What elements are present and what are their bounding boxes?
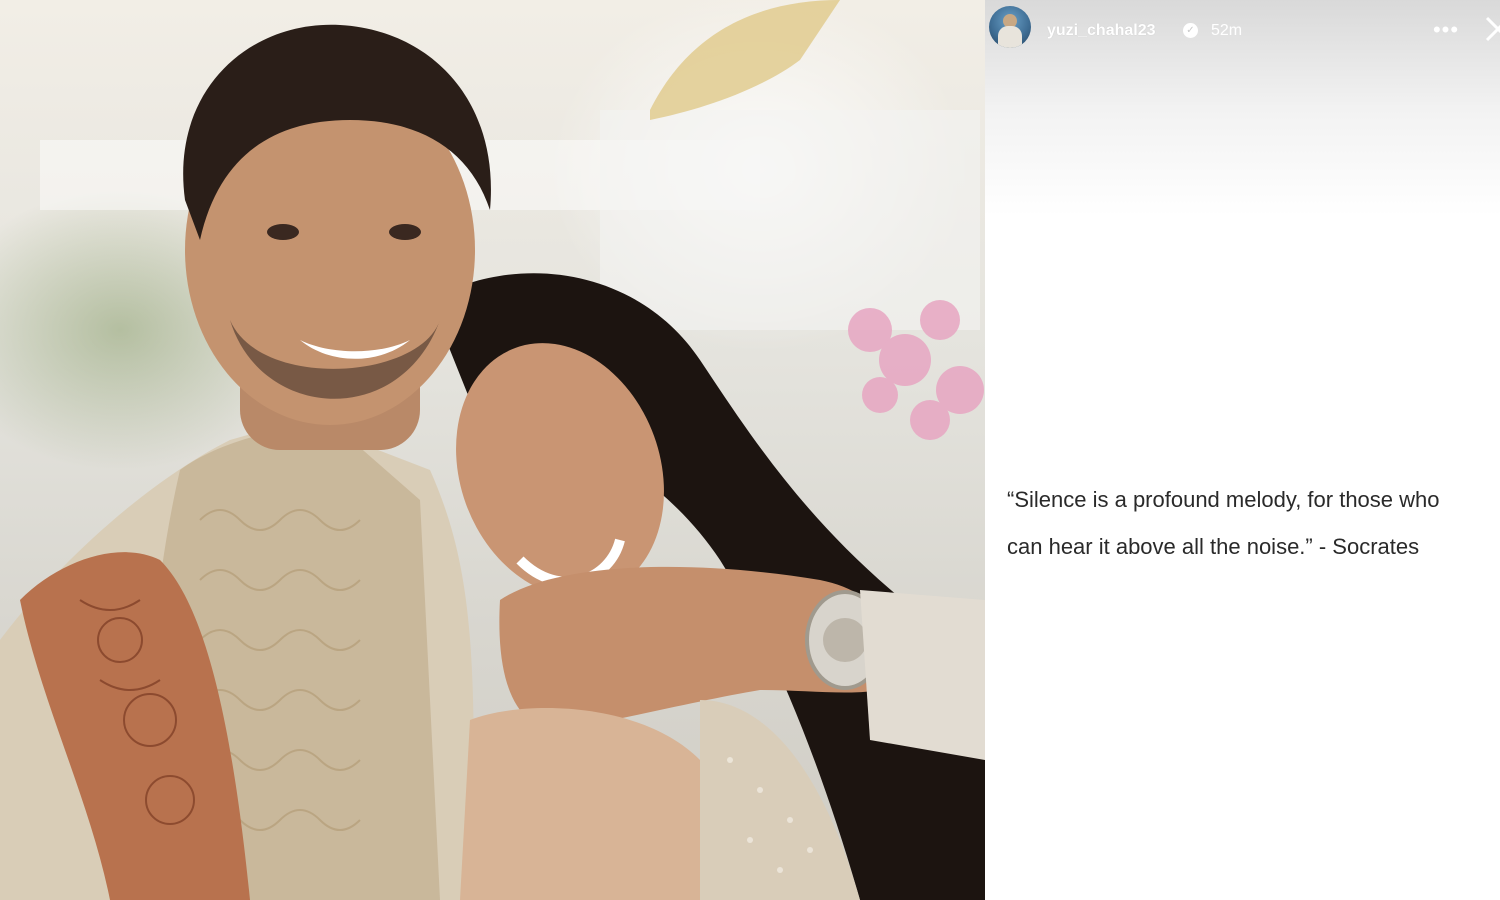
quote-line-1: “Silence is a profound melody, for those…	[1007, 487, 1440, 512]
quote-line-2: can hear it above all the noise.” - Socr…	[1007, 534, 1420, 559]
verified-badge-icon: ✓	[1183, 23, 1198, 38]
couple-photo-illustration	[0, 0, 985, 900]
more-options-icon[interactable]: •••	[1431, 18, 1461, 42]
story-timestamp: 52m	[1211, 22, 1243, 39]
story-panel: yuzi_chahal23 ✓ 52m ••• “Silence is a pr…	[985, 0, 1500, 900]
story-quote-text: “Silence is a profound melody, for those…	[1007, 476, 1497, 570]
close-icon[interactable]	[1481, 12, 1500, 46]
story-header: yuzi_chahal23 ✓ 52m •••	[985, 0, 1500, 64]
story-photo	[0, 0, 985, 900]
story-username[interactable]: yuzi_chahal23	[1047, 22, 1156, 40]
avatar-figure-body	[998, 26, 1022, 48]
avatar[interactable]	[989, 6, 1031, 48]
